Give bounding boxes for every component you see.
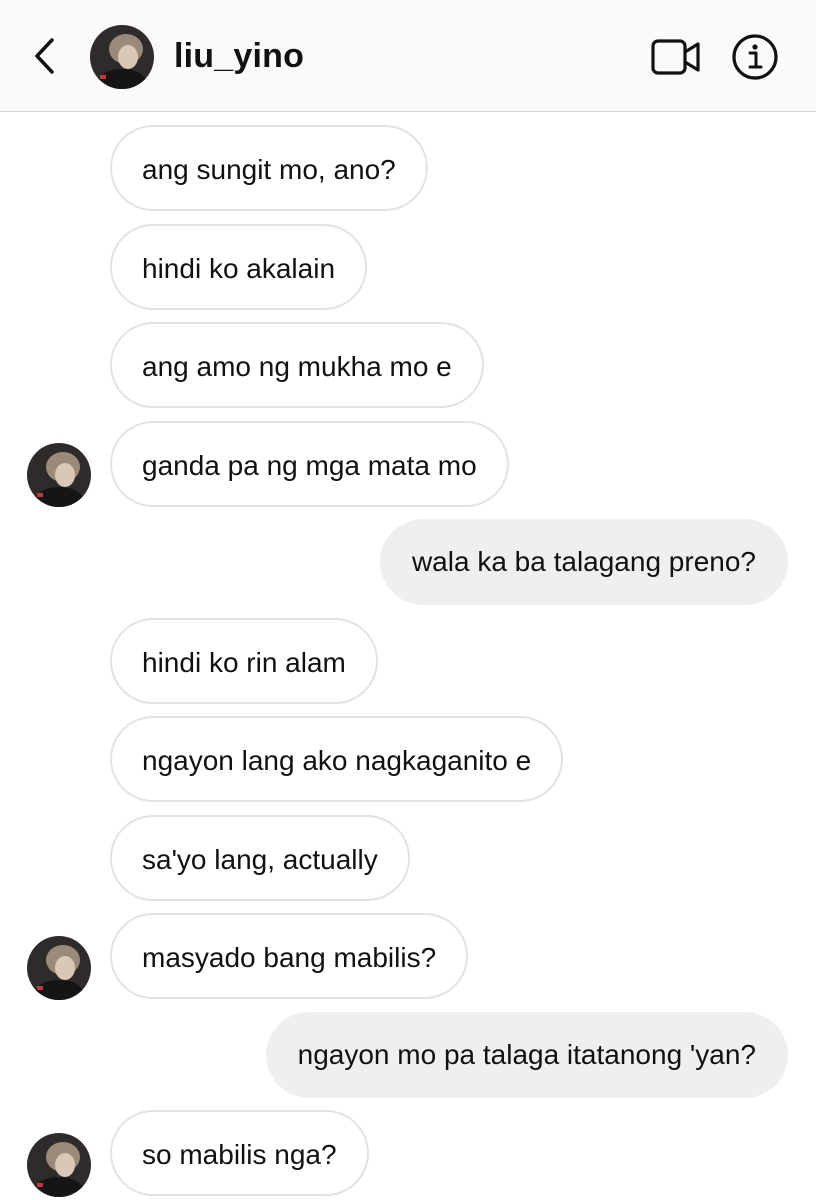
incoming-message-bubble[interactable]: so mabilis nga? (110, 1110, 369, 1196)
avatar-photo (27, 1133, 91, 1197)
incoming-message-bubble[interactable]: ang amo ng mukha mo e (110, 322, 484, 408)
incoming-message-bubble[interactable]: hindi ko akalain (110, 224, 368, 310)
avatar-photo (27, 443, 91, 507)
message-thread[interactable]: ang sungit mo, ano? hindi ko akalain ang… (0, 112, 816, 1200)
sender-avatar[interactable] (27, 936, 91, 1000)
profile-avatar[interactable] (90, 25, 154, 89)
incoming-message-bubble[interactable]: ngayon lang ako nagkaganito e (110, 716, 564, 802)
conversation-header: liu_yino (0, 0, 816, 112)
avatar-photo (27, 936, 91, 1000)
incoming-message-bubble[interactable]: sa'yo lang, actually (110, 815, 410, 901)
incoming-message-bubble[interactable]: ganda pa ng mga mata mo (110, 421, 509, 507)
avatar-photo (90, 25, 154, 89)
sender-avatar[interactable] (27, 443, 91, 507)
incoming-message-bubble[interactable]: hindi ko rin alam (110, 618, 378, 704)
video-call-button[interactable] (650, 36, 702, 78)
video-camera-icon (651, 39, 700, 75)
incoming-message-bubble[interactable]: ang sungit mo, ano? (110, 125, 428, 211)
outgoing-message-bubble[interactable]: ngayon mo pa talaga itatanong 'yan? (265, 1012, 788, 1098)
info-icon (732, 34, 778, 80)
chevron-left-icon (35, 38, 54, 74)
outgoing-message-bubble[interactable]: wala ka ba talagang preno? (379, 519, 788, 605)
incoming-message-bubble[interactable]: masyado bang mabilis? (110, 913, 469, 999)
back-button[interactable] (28, 34, 64, 78)
conversation-username[interactable]: liu_yino (174, 36, 304, 76)
conversation-info-button[interactable] (730, 32, 780, 82)
sender-avatar[interactable] (27, 1133, 91, 1197)
